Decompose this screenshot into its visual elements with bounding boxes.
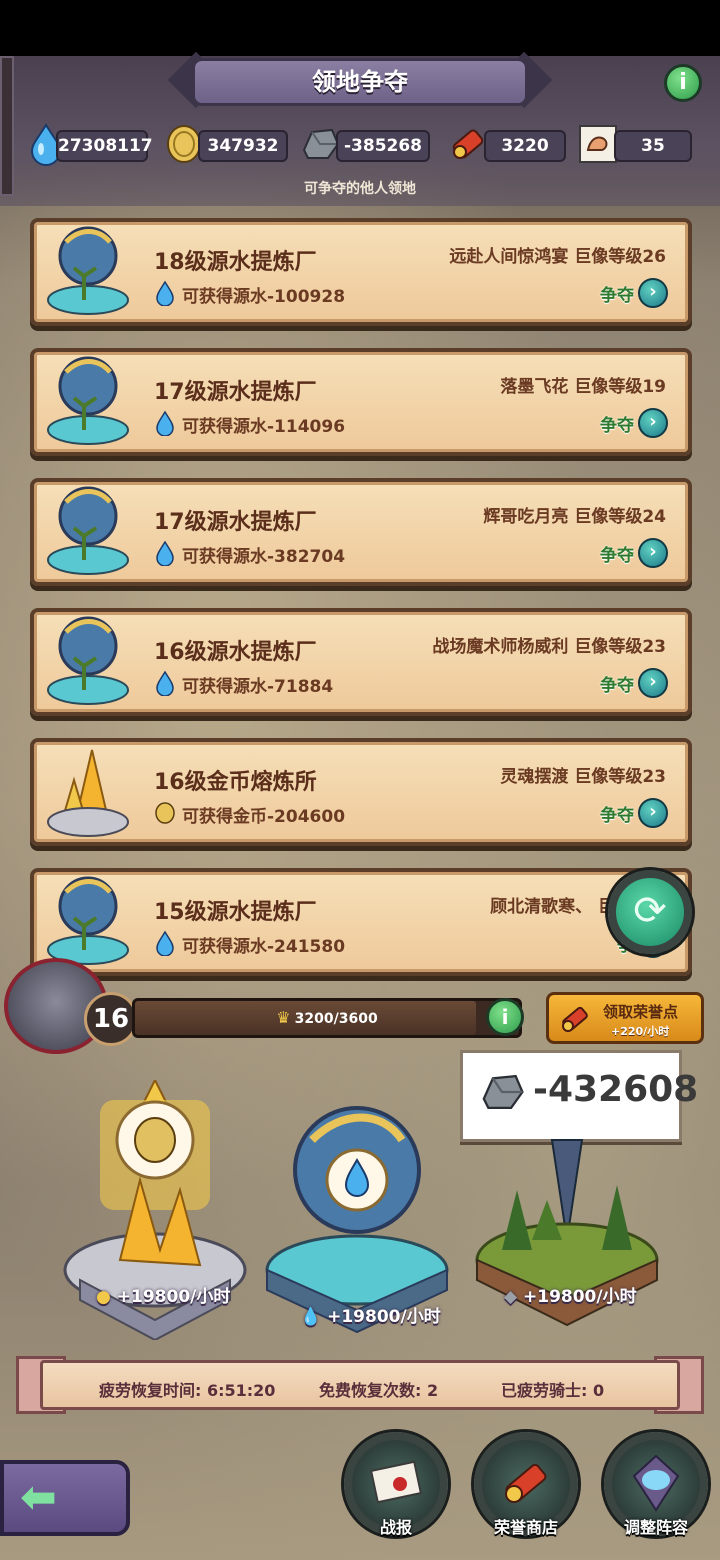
production-gold-label: +19800/小时	[116, 1287, 231, 1307]
territory-gain: 可获得源水-114096	[182, 417, 346, 437]
territory-gain: 可获得源水-71884	[182, 677, 334, 697]
adjust-formation-label: 调整阵容	[623, 1518, 688, 1537]
page-title: 领地争夺	[192, 58, 528, 106]
system-status-bar	[0, 0, 720, 56]
honor-shop-button[interactable]: 荣誉商店	[474, 1432, 578, 1537]
water-refinery-icon	[47, 356, 129, 445]
water-drop-icon	[156, 410, 174, 436]
water-drop-icon	[156, 930, 174, 956]
back-arrow-icon: ⬅	[20, 1472, 57, 1523]
territory-card[interactable]: 17级源水提炼厂可获得源水-382704 辉哥吃月亮 巨像等级24 争夺 ›	[30, 478, 692, 586]
water-drop-icon	[156, 540, 174, 566]
chevron-right-icon: ›	[638, 798, 668, 828]
crown-icon: ♛	[276, 1008, 291, 1027]
refresh-icon: ⟳	[633, 888, 667, 934]
ore-stone-icon: ◆	[504, 1287, 518, 1307]
resource-gold-value: 347932	[198, 130, 288, 162]
territory-card[interactable]: 18级源水提炼厂可获得源水-100928 远赴人间惊鸿宴 巨像等级26 争夺 ›	[30, 218, 692, 326]
production-water-label: +19800/小时	[327, 1307, 441, 1327]
territory-name: 17级源水提炼厂	[154, 510, 317, 535]
free-recover-count: 免费恢复次数: 2	[319, 1381, 439, 1400]
production-gold: ● +19800/小时	[96, 1282, 230, 1307]
chevron-right-icon: ›	[638, 538, 668, 568]
fatigue-status-ribbon: 疲劳恢复时间: 6:51:20 免费恢复次数: 2 已疲劳骑士: 0	[40, 1360, 680, 1410]
territory-card[interactable]: 17级源水提炼厂可获得源水-114096 落墨飞花 巨像等级19 争夺 ›	[30, 348, 692, 456]
territory-card[interactable]: 15级源水提炼厂可获得源水-241580顾北清歌寒、 巨像等级争›	[30, 868, 692, 976]
list-subtitle: 可争夺的他人领地	[304, 181, 416, 197]
grab-button[interactable]: 争夺 ›	[600, 538, 668, 568]
honor-progress-bar: ♛ 3200/3600	[132, 998, 522, 1038]
water-refinery-icon	[47, 876, 129, 965]
grab-button[interactable]: 争夺 ›	[600, 408, 668, 438]
resource-power-value: 35	[614, 130, 692, 162]
resource-honor-value: 3220	[484, 130, 566, 162]
left-edge-frame	[0, 56, 14, 196]
territory-owner: 远赴人间惊鸿宴 巨像等级26	[449, 247, 666, 267]
chevron-right-icon: ›	[638, 278, 668, 308]
territory-gain: 可获得源水-241580	[182, 937, 346, 957]
grab-button[interactable]: 争夺 ›	[600, 278, 668, 308]
app-root: 领地争夺 i 27308117 347932 -385268 3220 35 可…	[0, 0, 720, 1560]
player-level-badge: 16	[84, 992, 138, 1046]
ore-amount-popup: -432608	[460, 1050, 698, 1142]
water-drop-icon	[156, 280, 174, 306]
tired-knights-count: 已疲劳骑士: 0	[501, 1381, 605, 1400]
battle-report-label: 战报	[379, 1518, 412, 1537]
production-water: 💧 +19800/小时	[300, 1302, 441, 1327]
info-button[interactable]: i	[664, 64, 702, 102]
resource-water-value: 27308117	[56, 130, 153, 162]
water-drop-icon: 💧	[300, 1307, 322, 1327]
territory-gain: 可获得源水-382704	[182, 547, 346, 567]
water-refinery-icon	[47, 226, 129, 315]
gold-coin-icon: ●	[96, 1287, 111, 1307]
ore-popup-value: -432608	[533, 1069, 699, 1110]
chevron-right-icon: ›	[638, 668, 668, 698]
territory-name: 17级源水提炼厂	[154, 380, 317, 405]
production-ore-label: +19800/小时	[523, 1287, 637, 1307]
grab-label: 争夺	[600, 545, 634, 566]
territory-owner: 灵魂摆渡 巨像等级23	[500, 767, 666, 787]
ore-stone-icon	[482, 1074, 524, 1110]
claim-honor-button[interactable]: 领取荣誉点 +220/小时	[546, 992, 704, 1044]
resource-ore-value: -385268	[336, 130, 430, 162]
water-drop-icon	[156, 670, 174, 696]
territory-name: 16级源水提炼厂	[154, 640, 317, 665]
water-refinery-icon	[47, 486, 129, 575]
back-button[interactable]: ⬅	[0, 1460, 130, 1536]
gold-smelter-icon	[47, 749, 129, 837]
honor-scroll-icon	[562, 1006, 588, 1032]
fatigue-recover-time: 疲劳恢复时间: 6:51:20	[99, 1381, 276, 1400]
territory-owner: 战场魔术师杨威利 巨像等级23	[432, 637, 666, 657]
territory-name: 15级源水提炼厂	[154, 900, 317, 925]
grab-button[interactable]: 争夺 ›	[600, 668, 668, 698]
ore-mine-building[interactable]	[472, 1130, 662, 1340]
territory-gain: 可获得源水-100928	[182, 287, 346, 307]
claim-honor-rate: +220/小时	[611, 1025, 670, 1038]
claim-honor-label: 领取荣誉点	[603, 1003, 679, 1021]
refresh-button[interactable]: ⟳	[608, 870, 692, 954]
chevron-right-icon: ›	[638, 408, 668, 438]
grab-label: 争夺	[600, 285, 634, 306]
grab-label: 争夺	[600, 415, 634, 436]
territory-owner: 落墨飞花 巨像等级19	[500, 377, 666, 397]
adjust-formation-button[interactable]: 调整阵容	[604, 1432, 708, 1537]
grab-label: 争夺	[600, 805, 634, 826]
honor-progress-label: ♛ 3200/3600	[135, 1001, 519, 1036]
production-ore: ◆ +19800/小时	[504, 1282, 637, 1307]
territory-card[interactable]: 16级金币熔炼所可获得金币-204600 灵魂摆渡 巨像等级23 争夺 ›	[30, 738, 692, 846]
gold-coin-icon	[155, 802, 175, 824]
progress-info-button[interactable]: i	[486, 998, 524, 1036]
territory-name: 16级金币熔炼所	[154, 770, 317, 795]
grab-label: 争夺	[600, 675, 634, 696]
battle-report-button[interactable]: 战报	[344, 1432, 448, 1537]
territory-name: 18级源水提炼厂	[154, 250, 317, 275]
territory-owner: 辉哥吃月亮 巨像等级24	[483, 507, 666, 527]
grab-button[interactable]: 争夺 ›	[600, 798, 668, 828]
honor-shop-label: 荣誉商店	[493, 1518, 558, 1537]
honor-progress-text: 3200/3600	[294, 1011, 378, 1027]
water-refinery-icon	[47, 616, 129, 705]
territory-gain: 可获得金币-204600	[182, 807, 346, 827]
territory-card[interactable]: 16级源水提炼厂可获得源水-71884 战场魔术师杨威利 巨像等级23 争夺 ›	[30, 608, 692, 716]
